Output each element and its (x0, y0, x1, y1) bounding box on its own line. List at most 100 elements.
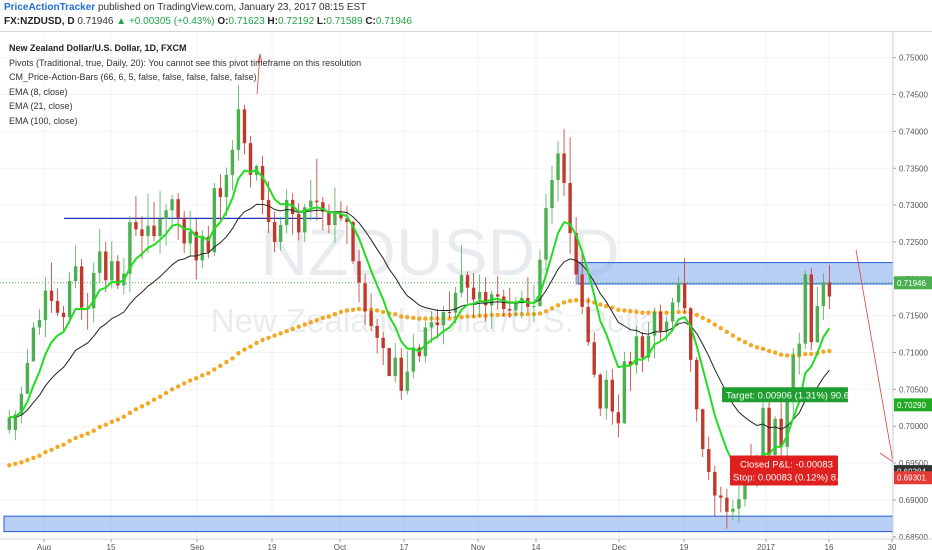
ema100-dot (332, 311, 338, 317)
ema100-dot (151, 397, 157, 402)
ema100-dot (13, 461, 18, 467)
ema100-dot (622, 308, 627, 313)
legend-title[interactable]: New Zealand Dollar/U.S. Dollar, 1D, FXCM (9, 41, 361, 56)
candle-body (212, 188, 217, 253)
price-tick-label: 0.73500 (899, 164, 928, 173)
candle-body (695, 359, 699, 410)
candle-body (110, 261, 114, 281)
candle-body (230, 149, 235, 175)
ema100-dot (628, 309, 633, 314)
candle-body (670, 302, 675, 322)
candle-body (556, 153, 560, 181)
candle-body (31, 327, 36, 362)
candle-body (435, 322, 440, 326)
ema100-dot (676, 309, 681, 315)
candle-body (429, 322, 434, 328)
time-tick-label: 15 (107, 543, 116, 550)
ema100-dot (103, 422, 108, 427)
legend-cm-bars[interactable]: CM_Price-Action-Bars (66, 6, 5, false, f… (9, 70, 361, 85)
ema100-dot (236, 351, 241, 356)
ema100-dot (598, 302, 603, 307)
ohlc-bar: FX:NZDUSD, D 0.71946 ▲ +0.00305 (+0.43%)… (4, 16, 412, 27)
candle-body (514, 303, 518, 311)
ema100-dot (411, 315, 416, 321)
ema100-dot (91, 428, 96, 433)
ema100-dot (145, 401, 151, 406)
legend-ema8[interactable]: EMA (8, close) (9, 85, 361, 100)
ema100-dot (19, 460, 24, 465)
candle-body (809, 274, 813, 343)
candle-body (200, 236, 204, 261)
ema100-dot (181, 381, 187, 386)
publish-line: PriceActionTracker published on TradingV… (4, 2, 366, 13)
ema100-dot (254, 340, 259, 346)
ema100-dot (73, 435, 78, 441)
time-tick-label: Sep (190, 543, 205, 550)
candle-body (562, 153, 566, 183)
time-tick-label: 19 (268, 543, 277, 550)
candle-body (616, 412, 621, 424)
ema100-dot (242, 347, 247, 352)
time-tick-label: Oct (334, 543, 347, 550)
candle-body (803, 274, 807, 344)
legend-pivots[interactable]: Pivots (Traditional, true, Daily, 20): Y… (9, 56, 361, 71)
author-link[interactable]: PriceActionTracker (4, 2, 95, 13)
candle-body (152, 225, 156, 237)
ema100-dot (640, 310, 645, 315)
candle-body (224, 174, 229, 197)
candle-body (158, 219, 162, 237)
candle-body (266, 199, 271, 223)
candle-body (477, 292, 482, 300)
ema100-dot (224, 359, 229, 365)
ema100-dot (374, 308, 380, 313)
ema100-dot (754, 345, 760, 350)
ema100-dot (290, 326, 295, 332)
candle-body (761, 407, 765, 458)
candle-body (393, 357, 397, 377)
ema100-dot (356, 306, 362, 312)
ema100-dot (133, 407, 139, 412)
ema100-dot (121, 414, 127, 419)
candle-body (176, 199, 180, 218)
candle-body (248, 143, 253, 175)
ema100-dot (380, 309, 386, 315)
ema100-dot (127, 410, 133, 416)
ema100-dot (109, 419, 115, 425)
ema100-dot (694, 312, 699, 318)
ema100-dot (399, 314, 404, 319)
ema100-dot (724, 329, 730, 335)
legend-ema21[interactable]: EMA (21, close) (9, 99, 361, 114)
candle-body (580, 274, 584, 307)
ema100-dot (115, 417, 121, 422)
candle-body (188, 231, 192, 244)
legend-ema100[interactable]: EMA (100, close) (9, 114, 361, 129)
ema100-dot (248, 344, 253, 349)
ema100-dot (97, 424, 102, 430)
ema100-dot (646, 310, 651, 315)
ema100-dot (163, 390, 169, 396)
ema100-dot (543, 309, 549, 314)
ema100-dot (803, 351, 808, 357)
ema100-dot (278, 331, 283, 336)
close-value: 0.71946 (375, 16, 413, 27)
ema100-dot (821, 349, 826, 354)
candle-body (586, 306, 590, 343)
ema100-dot (49, 447, 54, 453)
closed-pl-label: Closed P&L: -0.00083 (740, 460, 833, 471)
ema100-dot (320, 315, 326, 321)
price-tick-label: 0.69000 (899, 496, 928, 505)
ema100-dot (37, 453, 42, 458)
ema100-dot (423, 316, 428, 321)
candle-body (297, 213, 301, 233)
time-tick-label: 30 (888, 543, 897, 550)
candle-body (719, 495, 723, 498)
candle-body (459, 275, 464, 293)
candle-body (61, 312, 66, 318)
candle-body (682, 283, 687, 309)
time-tick-label: 2017 (757, 543, 775, 550)
ema100-dot (284, 328, 289, 334)
candle-body (658, 311, 663, 332)
ema100-dot (266, 335, 271, 340)
change-value: ▲ +0.00305 (+0.43%) (116, 16, 215, 27)
ema100-dot (736, 337, 742, 342)
